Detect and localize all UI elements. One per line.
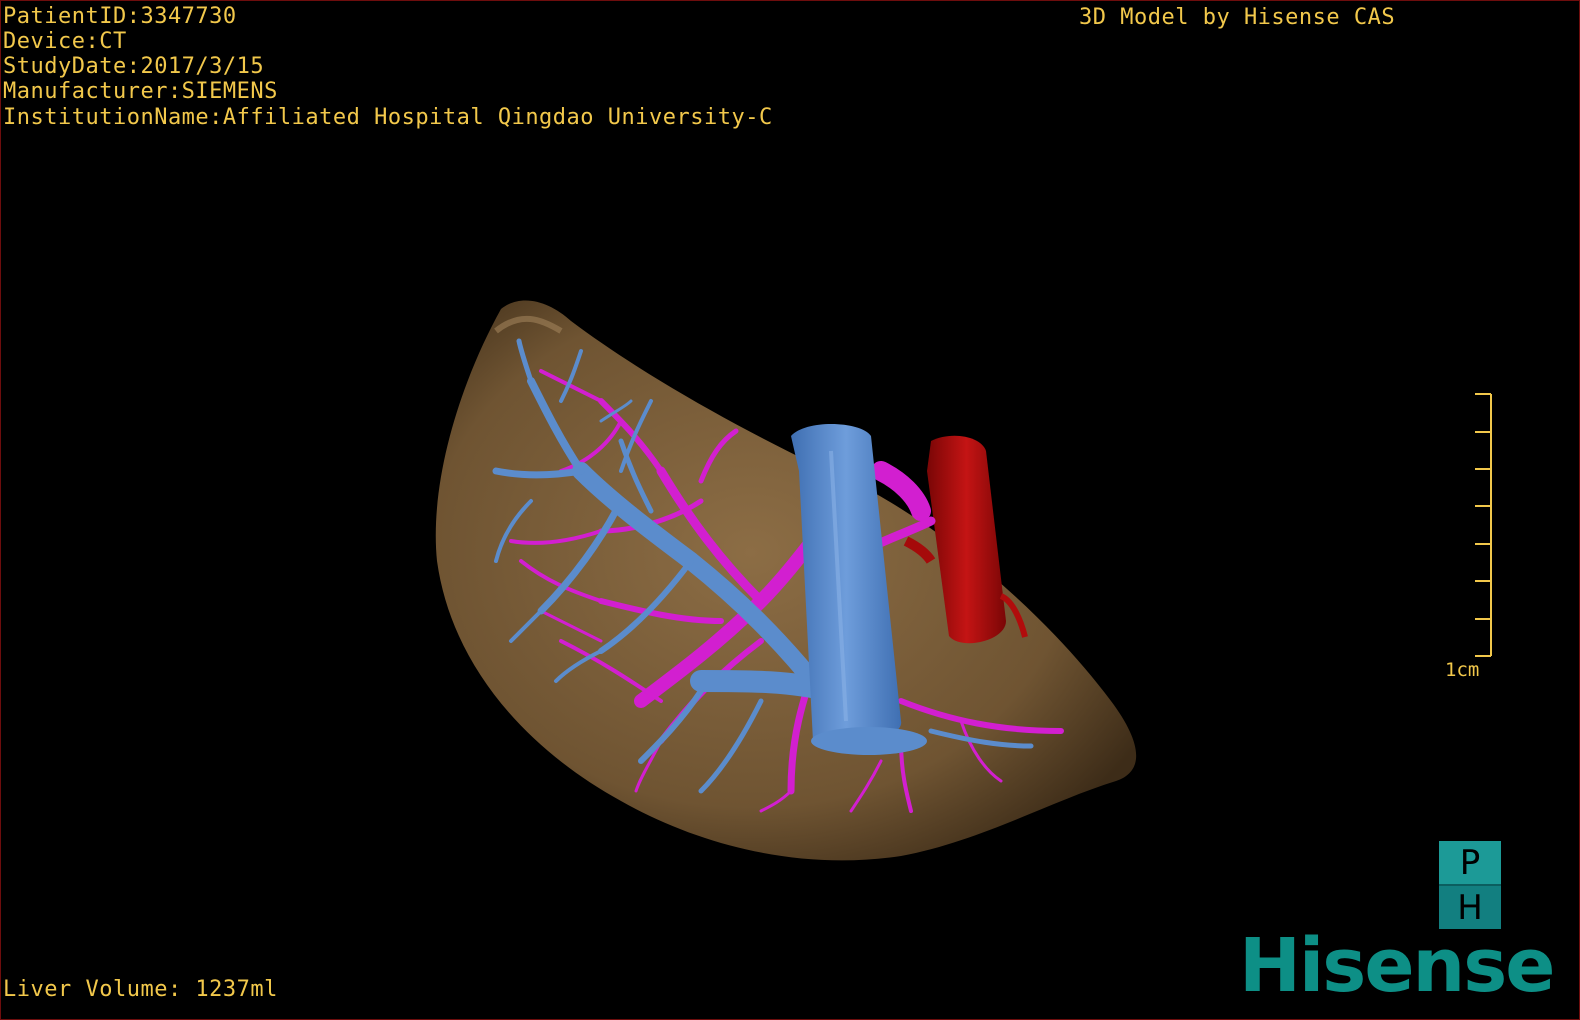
institution-text: InstitutionName:Affiliated Hospital Qing… bbox=[3, 105, 773, 130]
study-date-text: StudyDate:2017/3/15 bbox=[3, 54, 265, 79]
patient-id-text: PatientID:3347730 bbox=[3, 4, 237, 29]
liver-volume-text: Liver Volume: 1237ml bbox=[3, 977, 278, 1002]
device-text: Device:CT bbox=[3, 29, 127, 54]
liver-3d-model[interactable] bbox=[1, 1, 1580, 1020]
scale-bar-label: 1cm bbox=[1445, 659, 1480, 681]
orientation-face-posterior[interactable]: P bbox=[1439, 841, 1501, 886]
manufacturer-text: Manufacturer:SIEMENS bbox=[3, 79, 278, 104]
orientation-cube[interactable]: P H bbox=[1439, 841, 1501, 929]
model-credit-text: 3D Model by Hisense CAS bbox=[1079, 5, 1396, 30]
hisense-logo: Hisense bbox=[1239, 923, 1555, 1009]
3d-viewport[interactable]: PatientID:3347730 Device:CT StudyDate:20… bbox=[0, 0, 1580, 1020]
scale-bar bbox=[1475, 393, 1492, 657]
